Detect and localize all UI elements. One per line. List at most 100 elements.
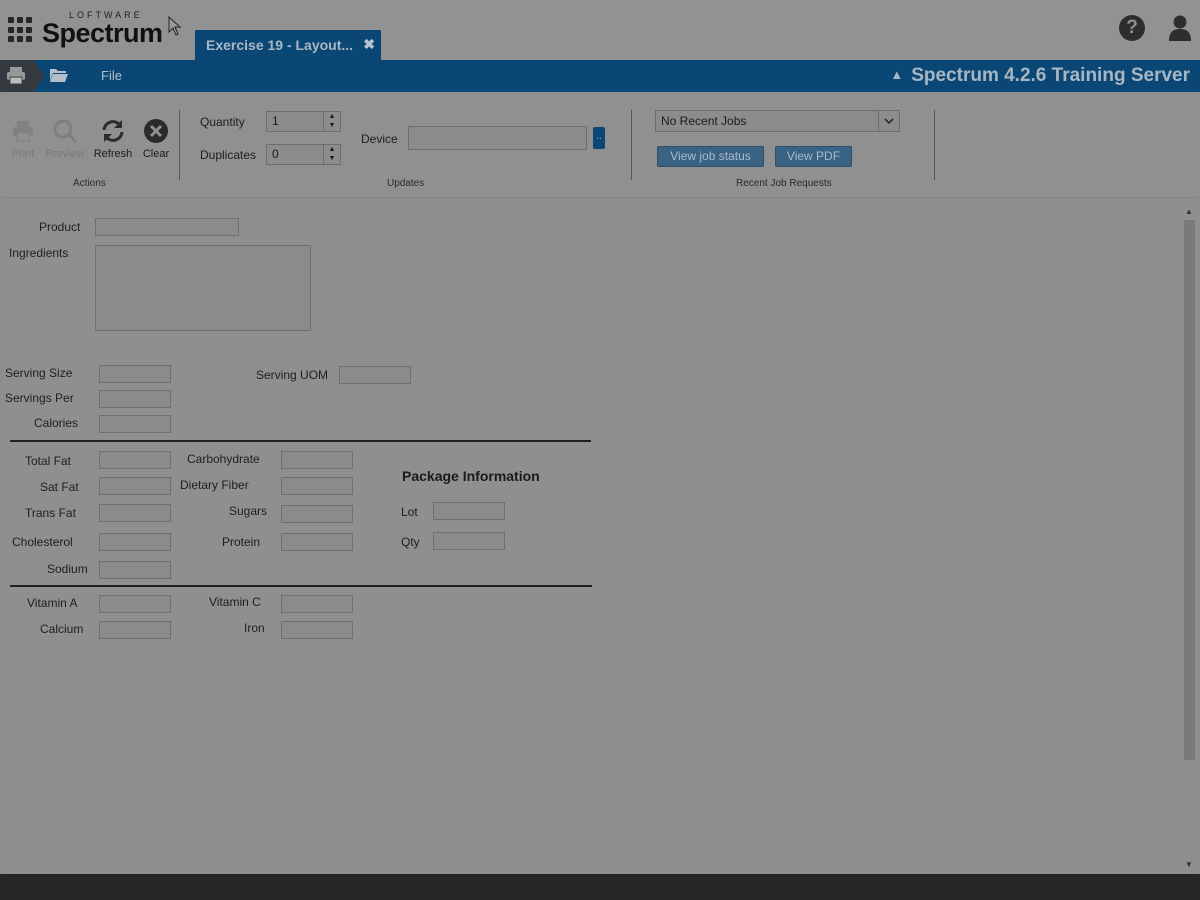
carbohydrate-field[interactable] <box>281 451 353 469</box>
folder-open-icon[interactable] <box>50 68 68 82</box>
stepper-arrows-icon[interactable]: ▲ ▼ <box>323 112 340 131</box>
total-fat-field[interactable] <box>99 451 171 469</box>
servings-per-field[interactable] <box>99 390 171 408</box>
servings-per-label: Servings Per <box>5 391 74 405</box>
vitamin-a-field[interactable] <box>99 595 171 613</box>
tab-exercise-19[interactable]: Exercise 19 - Layout... ✖ <box>195 30 381 60</box>
apps-grid-icon[interactable] <box>8 17 34 43</box>
sodium-label: Sodium <box>47 562 88 576</box>
quantity-label: Quantity <box>200 115 245 129</box>
qty-label: Qty <box>401 535 420 549</box>
divider <box>934 110 935 180</box>
duplicates-label: Duplicates <box>200 148 257 162</box>
cholesterol-label: Cholesterol <box>12 535 73 549</box>
sodium-field[interactable] <box>99 561 171 579</box>
refresh-button[interactable]: Refresh <box>92 118 134 160</box>
trans-fat-field[interactable] <box>99 504 171 522</box>
calcium-label: Calcium <box>40 622 84 636</box>
chevron-up-icon[interactable]: ▲ <box>890 67 903 82</box>
serving-uom-field[interactable] <box>339 366 411 384</box>
dietary-fiber-label: Dietary Fiber <box>180 478 249 492</box>
dietary-fiber-field[interactable] <box>281 477 353 495</box>
recent-jobs-value: No Recent Jobs <box>661 114 747 128</box>
clear-button[interactable]: Clear <box>139 118 173 160</box>
scrollbar-thumb[interactable] <box>1184 220 1195 760</box>
calories-field[interactable] <box>99 415 171 433</box>
trans-fat-label: Trans Fat <box>25 506 76 520</box>
lot-label: Lot <box>401 505 418 519</box>
close-icon[interactable]: ✖ <box>363 36 375 53</box>
calories-label: Calories <box>34 416 79 430</box>
server-title-text: Spectrum 4.2.6 Training Server <box>911 65 1190 86</box>
print-menu-button[interactable] <box>0 60 44 92</box>
top-header: LOFTWARE Spectrum Exercise 19 - Layout..… <box>0 0 1200 60</box>
printer-icon <box>7 67 25 85</box>
iron-label: Iron <box>244 621 265 635</box>
search-icon <box>53 119 78 144</box>
divider <box>179 110 180 180</box>
user-icon[interactable] <box>1168 14 1192 42</box>
sugars-field[interactable] <box>281 505 353 523</box>
section-divider <box>10 585 592 587</box>
scroll-up-icon[interactable]: ▲ <box>1185 207 1193 216</box>
serving-size-label: Serving Size <box>5 366 73 380</box>
qty-field[interactable] <box>433 532 505 550</box>
duplicates-value: 0 <box>272 147 279 161</box>
vertical-scrollbar[interactable]: ▲ ▼ <box>1182 202 1198 874</box>
quantity-stepper[interactable]: 1 ▲ ▼ <box>266 111 341 132</box>
carbohydrate-label: Carbohydrate <box>187 452 260 466</box>
chevron-down-icon[interactable] <box>878 111 899 131</box>
ingredients-label: Ingredients <box>9 246 69 260</box>
sugars-label: Sugars <box>229 504 268 518</box>
iron-field[interactable] <box>281 621 353 639</box>
file-menu[interactable]: File <box>101 68 122 83</box>
recent-jobs-select[interactable]: No Recent Jobs <box>655 110 900 132</box>
vitamin-c-label: Vitamin C <box>209 595 261 609</box>
printer-icon <box>13 121 33 142</box>
vitamin-c-field[interactable] <box>281 595 353 613</box>
preview-label: Preview <box>45 148 85 160</box>
recent-jobs-group-label: Recent Job Requests <box>736 178 832 189</box>
print-label: Print <box>11 148 35 160</box>
toolbar-panel: Print Preview Refresh Clear Actions Quan… <box>2 92 1198 198</box>
stepper-arrows-icon[interactable]: ▲ ▼ <box>323 145 340 164</box>
mouse-cursor-icon <box>168 16 182 36</box>
section-divider <box>10 440 591 442</box>
quantity-value: 1 <box>272 114 279 128</box>
duplicates-stepper[interactable]: 0 ▲ ▼ <box>266 144 341 165</box>
status-bar <box>0 874 1200 900</box>
sat-fat-label: Sat Fat <box>40 480 79 494</box>
ribbon-bar: File ▲ Spectrum 4.2.6 Training Server <box>0 60 1200 92</box>
server-title[interactable]: ▲ Spectrum 4.2.6 Training Server <box>890 65 1190 87</box>
logo-product-text: Spectrum <box>42 18 163 48</box>
lot-field[interactable] <box>433 502 505 520</box>
sat-fat-field[interactable] <box>99 477 171 495</box>
package-information-heading: Package Information <box>402 468 540 484</box>
updates-group-label: Updates <box>387 178 425 189</box>
refresh-icon <box>102 120 124 142</box>
product-field[interactable] <box>95 218 239 236</box>
refresh-label: Refresh <box>93 148 133 160</box>
calcium-field[interactable] <box>99 621 171 639</box>
serving-uom-label: Serving UOM <box>256 368 329 382</box>
product-label: Product <box>39 220 81 234</box>
scroll-down-icon[interactable]: ▼ <box>1185 860 1193 869</box>
form-content: Product Ingredients Serving Size Serving… <box>2 202 1182 874</box>
preview-button[interactable]: Preview <box>42 118 88 160</box>
device-browse-button[interactable]: .. <box>593 127 605 149</box>
protein-label: Protein <box>222 535 261 549</box>
ingredients-field[interactable] <box>95 245 311 331</box>
print-button[interactable]: Print <box>6 118 40 160</box>
actions-group-label: Actions <box>73 178 106 189</box>
clear-label: Clear <box>142 148 170 160</box>
view-job-status-button[interactable]: View job status <box>657 146 764 167</box>
tab-title: Exercise 19 - Layout... <box>206 37 354 53</box>
help-icon[interactable]: ? <box>1119 15 1145 41</box>
serving-size-field[interactable] <box>99 365 171 383</box>
cholesterol-field[interactable] <box>99 533 171 551</box>
view-pdf-button[interactable]: View PDF <box>775 146 852 167</box>
device-label: Device <box>361 132 398 146</box>
total-fat-label: Total Fat <box>25 454 72 468</box>
device-input[interactable] <box>408 126 587 150</box>
protein-field[interactable] <box>281 533 353 551</box>
